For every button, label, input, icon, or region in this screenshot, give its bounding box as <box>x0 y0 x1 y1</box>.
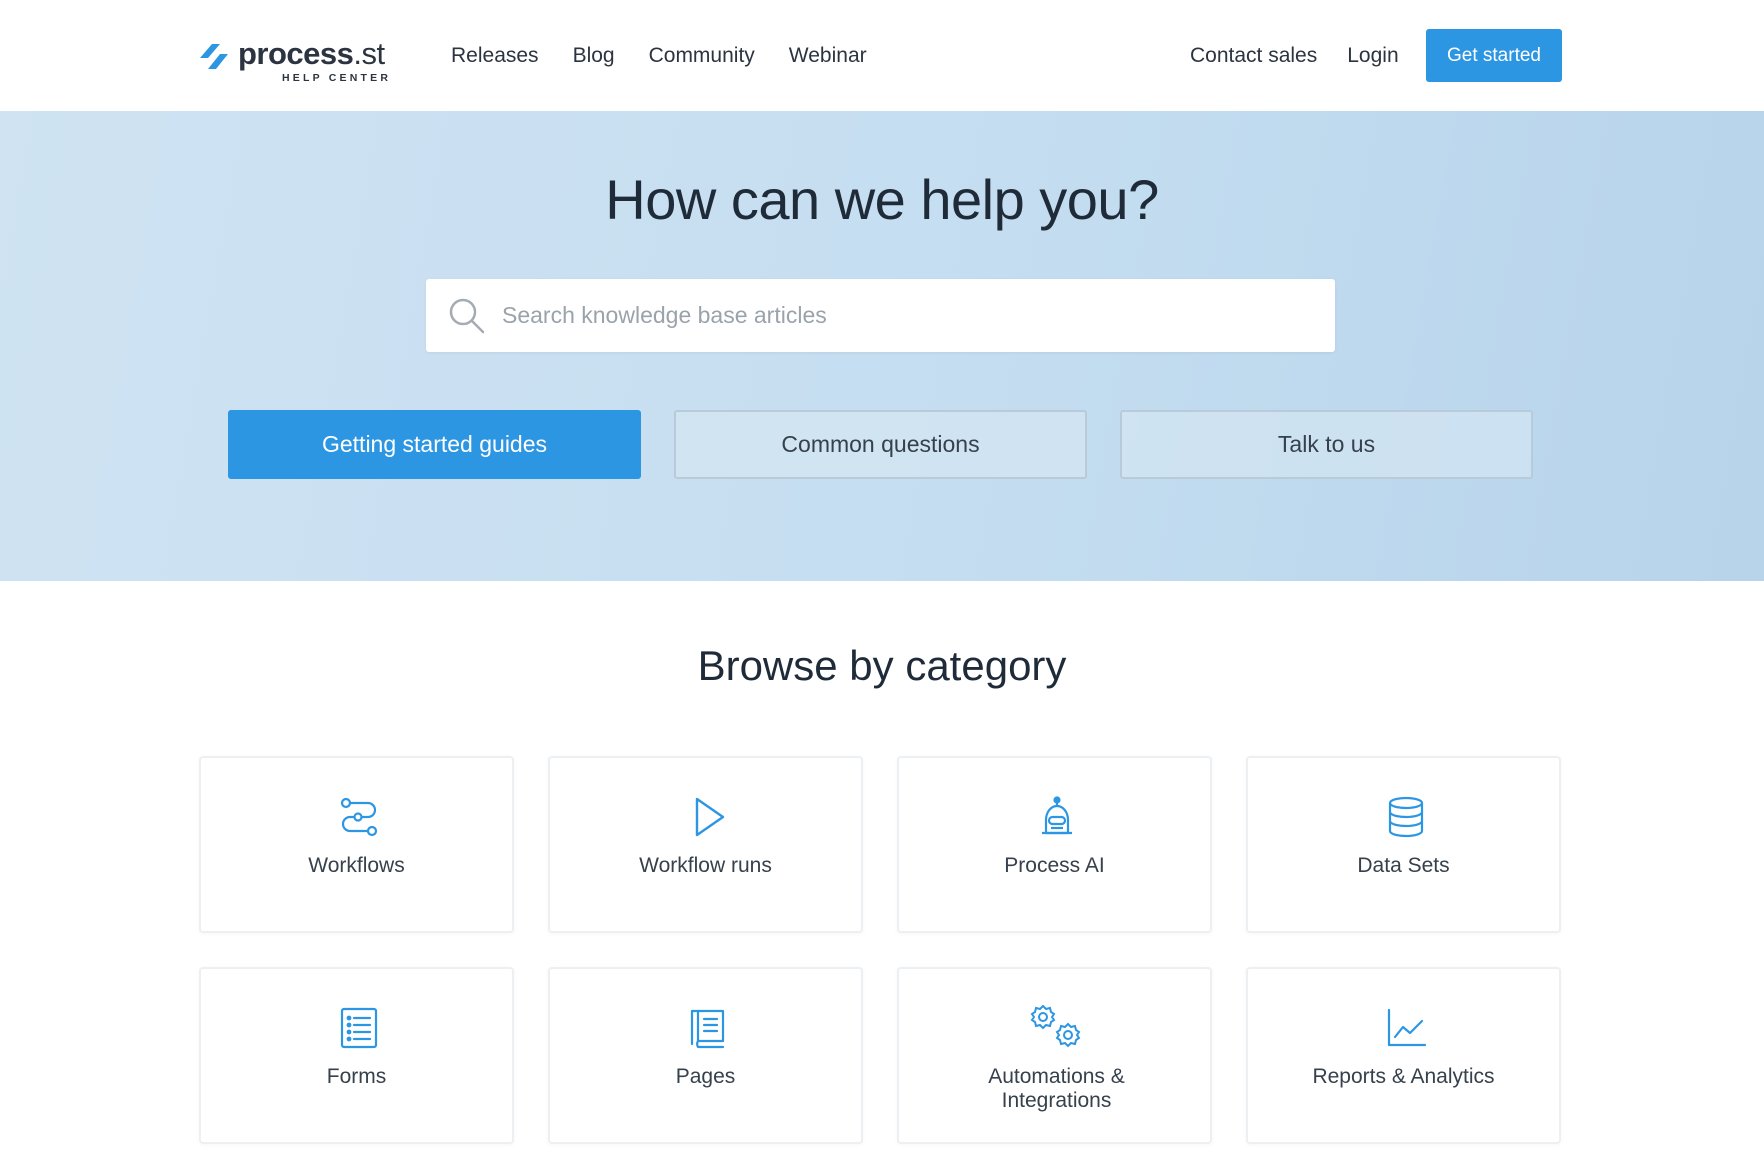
nav-blog[interactable]: Blog <box>573 44 615 68</box>
database-icon <box>1388 796 1424 838</box>
search-input[interactable] <box>502 279 1312 352</box>
category-card-reports-analytics[interactable]: Reports & Analytics <box>1246 967 1561 1144</box>
logo-wordmark: process.st <box>238 36 385 71</box>
form-list-icon <box>340 1007 378 1049</box>
category-card-pages[interactable]: Pages <box>548 967 863 1144</box>
category-label: Data Sets <box>1357 854 1450 877</box>
category-card-workflow-runs[interactable]: Workflow runs <box>548 756 863 933</box>
logo-subtitle: HELP CENTER <box>282 72 392 84</box>
search-icon <box>449 298 485 334</box>
nav-webinar[interactable]: Webinar <box>789 44 867 68</box>
category-label: Workflow runs <box>639 854 772 877</box>
category-card-process-ai[interactable]: Process AI <box>897 756 1212 933</box>
category-label: Process AI <box>1004 854 1105 877</box>
line-chart-icon <box>1387 1008 1427 1047</box>
play-icon <box>695 797 725 837</box>
category-label: Forms <box>326 1065 387 1088</box>
category-label: Pages <box>675 1065 736 1088</box>
common-questions-button[interactable]: Common questions <box>674 410 1087 479</box>
category-grid: Workflows Workflow runs Process AI Data … <box>199 756 1563 1144</box>
getting-started-guides-button[interactable]: Getting started guides <box>228 410 641 479</box>
logo[interactable]: process.st HELP CENTER <box>198 36 398 84</box>
category-label: Automations & Integrations <box>988 1065 1125 1112</box>
hero-section: How can we help you? Getting started gui… <box>0 111 1764 581</box>
hero-title: How can we help you? <box>605 168 1159 231</box>
category-label: Reports & Analytics <box>1312 1065 1495 1088</box>
category-label: Workflows <box>308 854 405 877</box>
site-header: process.st HELP CENTER Releases Blog Com… <box>0 0 1764 111</box>
talk-to-us-button[interactable]: Talk to us <box>1120 410 1533 479</box>
main-nav: Releases Blog Community Webinar <box>451 40 901 72</box>
search-box[interactable] <box>426 279 1335 352</box>
category-card-data-sets[interactable]: Data Sets <box>1246 756 1561 933</box>
nav-community[interactable]: Community <box>649 44 755 68</box>
robot-icon <box>1042 796 1072 835</box>
category-card-workflows[interactable]: Workflows <box>199 756 514 933</box>
browse-title: Browse by category <box>697 642 1067 689</box>
account-nav: Contact sales Login <box>1190 40 1429 72</box>
gears-icon <box>1030 1005 1081 1048</box>
logo-mark-icon <box>200 44 228 69</box>
nav-login[interactable]: Login <box>1347 44 1398 68</box>
workflow-icon <box>340 797 378 837</box>
book-icon <box>690 1009 725 1049</box>
category-card-automations-integrations[interactable]: Automations & Integrations <box>897 967 1212 1144</box>
nav-releases[interactable]: Releases <box>451 44 539 68</box>
get-started-button[interactable]: Get started <box>1426 29 1562 82</box>
category-card-forms[interactable]: Forms <box>199 967 514 1144</box>
nav-contact-sales[interactable]: Contact sales <box>1190 44 1317 68</box>
